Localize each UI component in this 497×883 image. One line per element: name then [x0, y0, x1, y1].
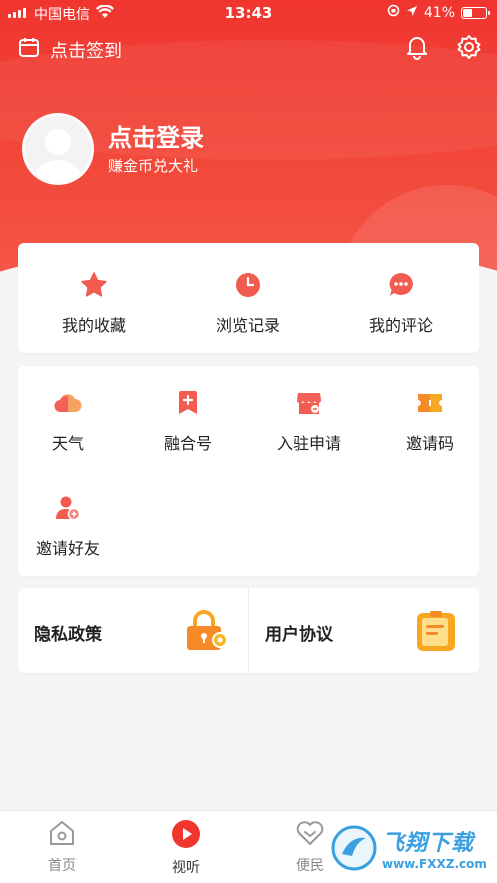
watermark-url: www.FXXZ.com — [382, 857, 487, 871]
invite-friends-item[interactable]: 邀请好友 — [18, 493, 118, 559]
calendar-icon — [18, 36, 40, 63]
location-icon — [406, 5, 418, 21]
status-bar: 中国电信 13:43 41% — [0, 0, 497, 26]
user-agreement-item[interactable]: 用户协议 — [249, 588, 479, 673]
checkin-label: 点击签到 — [50, 40, 122, 62]
user-agreement-label: 用户协议 — [265, 625, 333, 645]
media-account-item[interactable]: 融合号 — [138, 388, 238, 454]
tab-media-label: 视听 — [172, 860, 200, 876]
ticket-icon — [415, 388, 445, 418]
notepad-icon — [416, 610, 456, 656]
watermark-logo-icon — [331, 825, 377, 871]
tab-media[interactable]: 视听 — [146, 819, 226, 877]
privacy-policy-label: 隐私政策 — [34, 625, 102, 645]
clock-icon — [233, 270, 263, 300]
history-item[interactable]: 浏览记录 — [183, 270, 313, 336]
apply-item[interactable]: 入驻申请 — [259, 388, 359, 454]
weather-item[interactable]: 天气 — [18, 388, 118, 454]
weather-label: 天气 — [51, 434, 84, 453]
comments-item[interactable]: 我的评论 — [336, 270, 466, 336]
add-user-icon — [53, 493, 83, 523]
bell-icon[interactable] — [404, 34, 430, 64]
store-icon — [294, 388, 324, 418]
login-subtitle: 赚金币兑大礼 — [108, 157, 199, 175]
gear-icon[interactable] — [456, 34, 482, 64]
favorites-label: 我的收藏 — [61, 316, 126, 335]
invite-code-label: 邀请码 — [405, 434, 454, 453]
watermark: 飞翔下载 www.FXXZ.com — [330, 818, 495, 878]
tab-services-label: 便民 — [296, 858, 324, 874]
cloud-icon — [53, 388, 83, 418]
tab-home-label: 首页 — [48, 858, 76, 874]
bookmark-plus-icon — [173, 388, 203, 418]
checkin-button[interactable]: 点击签到 — [18, 36, 122, 63]
login-title[interactable]: 点击登录 — [108, 118, 204, 153]
privacy-policy-item[interactable]: 隐私政策 — [18, 588, 248, 673]
apply-label: 入驻申请 — [276, 434, 341, 453]
comment-icon — [386, 270, 416, 300]
watermark-text: 飞翔下载 — [382, 831, 475, 856]
home-icon — [48, 819, 76, 851]
invite-friends-label: 邀请好友 — [35, 539, 100, 558]
orientation-lock-icon — [387, 4, 400, 21]
invite-code-item[interactable]: 邀请码 — [380, 388, 480, 454]
lock-gear-icon — [185, 610, 229, 656]
top-bar: 点击签到 — [0, 30, 497, 66]
comments-label: 我的评论 — [368, 316, 433, 335]
battery-icon — [461, 6, 490, 19]
media-account-label: 融合号 — [163, 434, 212, 453]
battery-percent: 41% — [423, 4, 455, 21]
tab-home[interactable]: 首页 — [22, 819, 102, 875]
star-icon — [79, 270, 109, 300]
quick-actions-card: 我的收藏 浏览记录 我的评论 — [18, 243, 479, 353]
favorites-item[interactable]: 我的收藏 — [29, 270, 159, 336]
policy-card: 隐私政策 用户协议 — [18, 588, 479, 673]
heart-icon — [295, 819, 325, 851]
services-card: 天气 融合号 入驻申请 邀请码 邀请好友 — [18, 366, 479, 576]
avatar[interactable] — [22, 113, 94, 185]
play-icon — [171, 819, 201, 853]
history-label: 浏览记录 — [215, 316, 280, 335]
